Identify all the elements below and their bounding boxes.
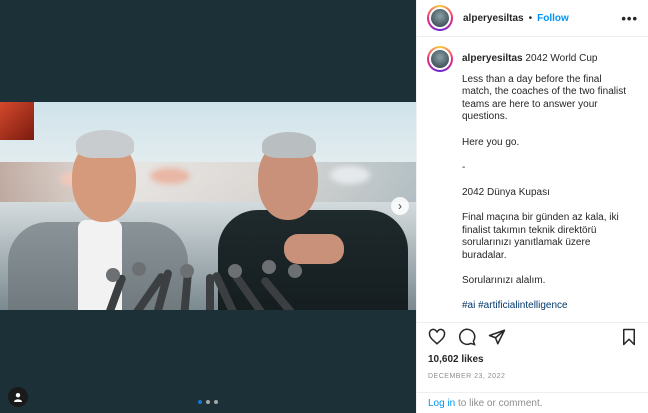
follow-button[interactable]: Follow xyxy=(537,13,569,24)
bookmark-icon xyxy=(623,328,635,345)
chevron-right-icon: › xyxy=(398,199,402,213)
post-image xyxy=(0,102,416,310)
caption-body: alperyesiltas 2042 World Cup Less than a… xyxy=(462,46,638,315)
comment-button[interactable] xyxy=(457,327,477,347)
carousel-dot xyxy=(198,400,202,404)
carousel-indicator xyxy=(198,400,218,404)
separator-dot: • xyxy=(528,12,533,24)
likes-count[interactable]: 10,602 likes xyxy=(428,354,484,365)
caption-paragraph: Final maçına bir günden az kala, iki fin… xyxy=(462,212,622,261)
caption-paragraph: Less than a day before the final match, … xyxy=(462,73,629,123)
login-link[interactable]: Log in xyxy=(428,398,455,409)
user-tag-icon xyxy=(14,393,22,402)
caption-username[interactable]: alperyesiltas xyxy=(462,53,523,64)
caption-text: Less than a day before the final match, … xyxy=(462,74,638,313)
caption-paragraph: Sorularınızı alalım. xyxy=(462,275,546,287)
comment-prompt: to like or comment. xyxy=(455,398,543,409)
microphone-head xyxy=(106,268,120,282)
post-date: DECEMBER 23, 2022 xyxy=(428,373,506,380)
microphone-head xyxy=(180,264,194,278)
post-header: alperyesiltas • Follow ••• xyxy=(417,0,648,37)
share-icon xyxy=(488,329,506,344)
caption-paragraph: - xyxy=(462,161,466,173)
hashtags[interactable]: #ai #artificialintelligence xyxy=(462,300,632,313)
microphone-head xyxy=(132,262,146,276)
share-button[interactable] xyxy=(487,327,507,347)
caption-title: 2042 World Cup xyxy=(525,53,598,64)
more-options-icon[interactable]: ••• xyxy=(621,11,638,26)
user-tag-button[interactable] xyxy=(8,387,28,407)
microphone-head xyxy=(262,260,276,274)
caption-paragraph: Here you go. xyxy=(462,136,520,148)
avatar[interactable] xyxy=(427,46,453,72)
post-sidebar: alperyesiltas • Follow ••• alperyesiltas… xyxy=(416,0,648,413)
username-link[interactable]: alperyesiltas xyxy=(463,13,524,24)
next-slide-button[interactable]: › xyxy=(391,197,409,215)
action-bar xyxy=(417,322,648,346)
like-button[interactable] xyxy=(427,327,447,347)
avatar[interactable] xyxy=(427,5,453,31)
post-media[interactable]: › xyxy=(0,0,416,413)
caption: alperyesiltas 2042 World Cup Less than a… xyxy=(417,37,648,315)
comment-icon xyxy=(458,328,476,346)
save-button[interactable] xyxy=(619,327,639,347)
caption-paragraph: 2042 Dünya Kupası xyxy=(462,186,550,198)
microphone-head xyxy=(228,264,242,278)
microphone-head xyxy=(288,264,302,278)
heart-icon xyxy=(428,328,446,345)
carousel-dot xyxy=(206,400,210,404)
comment-bar: Log in to like or comment. xyxy=(417,392,648,413)
carousel-dot xyxy=(214,400,218,404)
